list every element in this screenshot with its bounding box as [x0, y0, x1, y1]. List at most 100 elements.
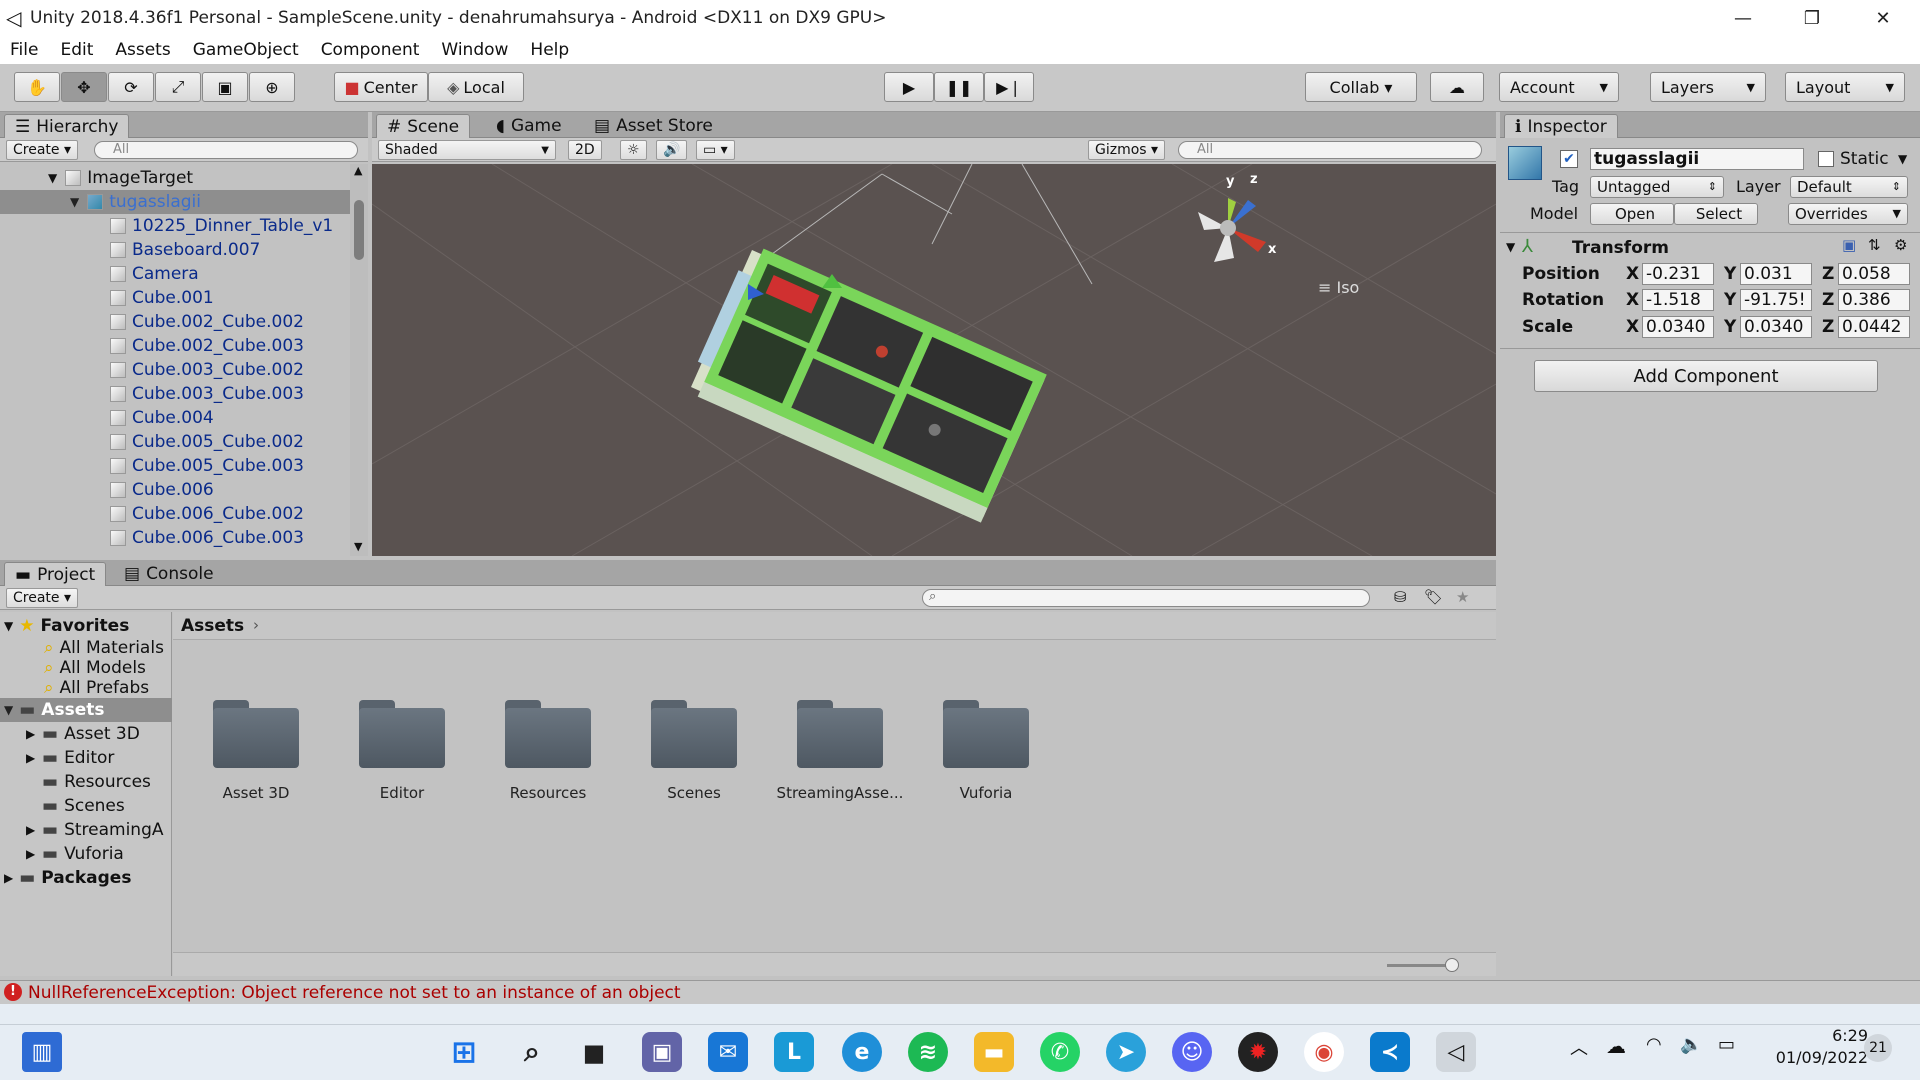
game-app-icon[interactable]: ✹	[1238, 1032, 1278, 1072]
move-tool-icon[interactable]: ✥	[61, 72, 107, 102]
layout-dropdown[interactable]: Layout ▼	[1785, 72, 1905, 102]
volume-icon[interactable]: 🔈	[1680, 1034, 1702, 1055]
label-icon[interactable]: 🏷	[1424, 588, 1443, 606]
close-button[interactable]: ✕	[1854, 0, 1912, 36]
onedrive-icon[interactable]: ☁	[1606, 1034, 1626, 1058]
rotate-tool-icon[interactable]: ⟳	[108, 72, 154, 102]
vscode-icon[interactable]: ≺	[1370, 1032, 1410, 1072]
project-create-button[interactable]: Create ▾	[6, 588, 79, 608]
scale-x-field[interactable]: 0.0340	[1642, 316, 1714, 338]
tab-asset-store[interactable]: ▤ Asset Store	[584, 114, 723, 138]
spotify-icon[interactable]: ≋	[908, 1032, 948, 1072]
active-checkbox[interactable]: ✔	[1560, 150, 1578, 168]
scene-search-input[interactable]: All	[1178, 141, 1482, 159]
wifi-icon[interactable]: ◠	[1646, 1034, 1662, 1055]
hierarchy-item[interactable]: Cube.006_Cube.003	[110, 526, 304, 550]
expand-arrow-icon[interactable]: ▶	[26, 751, 42, 765]
asset-tree-item[interactable]: ▬ Resources	[26, 770, 151, 794]
status-bar[interactable]: ! NullReferenceException: Object referen…	[0, 980, 1920, 1004]
tab-project[interactable]: ▬ Project	[4, 562, 107, 586]
hierarchy-item[interactable]: Cube.005_Cube.002	[110, 430, 304, 454]
asset-tree-item[interactable]: ▬ Scenes	[26, 794, 125, 818]
chrome-icon[interactable]: ◉	[1304, 1032, 1344, 1072]
preset-icon[interactable]: ⇅	[1868, 236, 1881, 254]
hierarchy-item[interactable]: Cube.006	[110, 478, 214, 502]
hierarchy-create-button[interactable]: Create ▾	[6, 140, 79, 160]
breadcrumb-assets[interactable]: Assets	[181, 616, 244, 636]
gizmos-dropdown[interactable]: Gizmos ▾	[1088, 140, 1166, 160]
scrollbar-thumb[interactable]	[354, 200, 364, 260]
pause-button[interactable]: ❚❚	[934, 72, 984, 102]
model-select-button[interactable]: Select	[1674, 203, 1758, 225]
hierarchy-item[interactable]: Cube.002_Cube.003	[110, 334, 304, 358]
hierarchy-item[interactable]: Cube.005_Cube.003	[110, 454, 304, 478]
assets-root-item[interactable]: ▼ ▬ Assets	[0, 698, 172, 722]
folder-label[interactable]: StreamingAsse...	[770, 784, 910, 802]
position-z-field[interactable]: 0.058	[1838, 263, 1910, 285]
chevron-up-icon[interactable]: ︿	[1570, 1034, 1588, 1060]
menu-file[interactable]: File	[10, 40, 38, 60]
asset-tree-item[interactable]: ▶ ▬ Asset 3D	[26, 722, 140, 746]
hierarchy-item[interactable]: Cube.004	[110, 406, 214, 430]
static-checkbox[interactable]	[1818, 151, 1834, 167]
shading-mode-dropdown[interactable]: Shaded ▼	[378, 140, 556, 160]
hierarchy-item[interactable]: Cube.003_Cube.003	[110, 382, 304, 406]
filter-type-icon[interactable]: ⛁	[1394, 588, 1407, 606]
teams-icon[interactable]: ▣	[642, 1032, 682, 1072]
hierarchy-item-imagetarget[interactable]: ▼ ImageTarget	[48, 166, 193, 190]
audio-icon[interactable]: 🔊	[656, 140, 688, 160]
rotation-z-field[interactable]: 0.386	[1838, 289, 1910, 311]
folder-icon[interactable]	[651, 698, 737, 768]
task-view-icon[interactable]: ◼	[574, 1032, 614, 1072]
edge-icon[interactable]: e	[842, 1032, 882, 1072]
menu-component[interactable]: Component	[321, 40, 420, 60]
rotation-y-field[interactable]: -91.75!	[1740, 289, 1812, 311]
hierarchy-scrollbar[interactable]: ▲ ▼	[350, 164, 368, 556]
search-icon[interactable]: ⌕	[512, 1032, 552, 1072]
hierarchy-item[interactable]: Camera	[110, 262, 199, 286]
zoom-slider-thumb[interactable]	[1445, 958, 1459, 972]
tab-game[interactable]: ◖ Game	[486, 114, 572, 138]
hierarchy-item[interactable]: Cube.001	[110, 286, 214, 310]
favorites-item[interactable]: ▼ ★ Favorites	[4, 614, 129, 638]
favorites-search-item[interactable]: ⌕ All Materials	[44, 638, 164, 658]
expand-arrow-icon[interactable]: ▼	[1506, 240, 1515, 254]
hierarchy-item[interactable]: Cube.002_Cube.002	[110, 310, 304, 334]
lighting-icon[interactable]: ☼	[620, 140, 647, 160]
tab-inspector[interactable]: ℹ Inspector	[1504, 114, 1618, 138]
folder-icon[interactable]	[359, 698, 445, 768]
file-explorer-icon[interactable]: ▬	[974, 1032, 1014, 1072]
folder-label[interactable]: Resources	[478, 784, 618, 802]
hierarchy-item-selected[interactable]: ▼ tugasslagii	[0, 190, 350, 214]
position-x-field[interactable]: -0.231	[1642, 263, 1714, 285]
start-icon[interactable]: ⊞	[444, 1032, 484, 1072]
tag-dropdown[interactable]: Untagged ⇕	[1590, 176, 1724, 198]
scene-orientation-gizmo[interactable]: y z x	[1178, 172, 1288, 282]
star-icon[interactable]: ★	[1456, 588, 1469, 606]
scroll-down-icon[interactable]: ▼	[354, 540, 362, 553]
scale-z-field[interactable]: 0.0442	[1838, 316, 1910, 338]
rotation-x-field[interactable]: -1.518	[1642, 289, 1714, 311]
transform-tool-icon[interactable]: ⊕	[249, 72, 295, 102]
asset-tree-item[interactable]: ▶ ▬ StreamingA	[26, 818, 164, 842]
favorites-search-item[interactable]: ⌕ All Prefabs	[44, 678, 149, 698]
expand-arrow-icon[interactable]: ▶	[26, 823, 42, 837]
scale-y-field[interactable]: 0.0340	[1740, 316, 1812, 338]
menu-window[interactable]: Window	[441, 40, 508, 60]
help-icon[interactable]: ▣	[1842, 236, 1856, 254]
hierarchy-item[interactable]: Cube.006_Cube.002	[110, 502, 304, 526]
cloud-icon[interactable]: ☁	[1430, 72, 1484, 102]
overrides-dropdown[interactable]: Overrides ▼	[1788, 203, 1908, 225]
menu-gameobject[interactable]: GameObject	[193, 40, 299, 60]
menu-assets[interactable]: Assets	[115, 40, 170, 60]
hierarchy-item[interactable]: Cube.003_Cube.002	[110, 358, 304, 382]
object-name-field[interactable]: tugasslagii	[1590, 148, 1804, 170]
rect-tool-icon[interactable]: ▣	[202, 72, 248, 102]
clock-time[interactable]: 6:29	[1784, 1026, 1868, 1045]
folder-icon[interactable]	[213, 698, 299, 768]
hierarchy-item[interactable]: 10225_Dinner_Table_v1	[110, 214, 333, 238]
collab-button[interactable]: Collab ▾	[1305, 72, 1417, 102]
folder-label[interactable]: Scenes	[624, 784, 764, 802]
folder-label[interactable]: Vuforia	[916, 784, 1056, 802]
scene-viewport[interactable]: y z x ≡ Iso	[372, 164, 1496, 556]
